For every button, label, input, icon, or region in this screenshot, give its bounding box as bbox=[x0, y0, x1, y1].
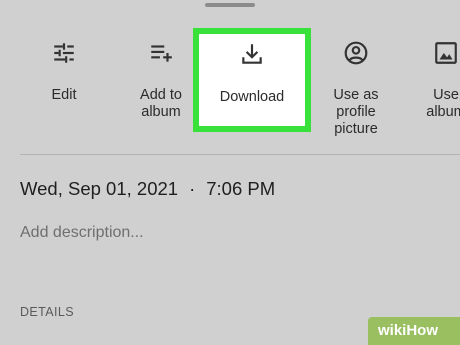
image-icon bbox=[435, 42, 457, 64]
divider bbox=[20, 154, 460, 155]
account-circle-icon bbox=[344, 41, 368, 65]
add-description-field[interactable]: Add description... bbox=[20, 224, 144, 242]
wikihow-watermark: wikiHow bbox=[368, 317, 460, 345]
use-as-profile-picture-label: Use as profile picture bbox=[333, 87, 379, 137]
photo-datetime: Wed, Sep 01, 2021 · 7:06 PM bbox=[20, 178, 275, 200]
edit-button[interactable]: Edit bbox=[16, 40, 112, 104]
add-to-album-label: Add to album bbox=[140, 87, 182, 120]
drag-handle[interactable] bbox=[205, 3, 255, 7]
datetime-separator: · bbox=[189, 178, 196, 199]
use-as-profile-picture-button[interactable]: Use as profile picture bbox=[308, 40, 404, 138]
download-icon bbox=[242, 44, 262, 64]
use-as-button[interactable]: Use album bbox=[398, 40, 460, 121]
photo-date: Wed, Sep 01, 2021 bbox=[20, 178, 179, 199]
photo-info-sheet: Edit Add to album Download Use as profil… bbox=[0, 0, 460, 345]
tune-sliders-icon bbox=[54, 43, 74, 63]
photo-time: 7:06 PM bbox=[206, 178, 276, 199]
playlist-add-icon bbox=[151, 45, 172, 62]
use-as-label: Use album bbox=[426, 87, 460, 120]
download-label: Download bbox=[219, 89, 285, 105]
add-to-album-button[interactable]: Add to album bbox=[113, 40, 209, 121]
download-button[interactable]: Download bbox=[193, 28, 311, 132]
edit-label: Edit bbox=[51, 87, 77, 103]
details-heading: DETAILS bbox=[20, 305, 74, 319]
